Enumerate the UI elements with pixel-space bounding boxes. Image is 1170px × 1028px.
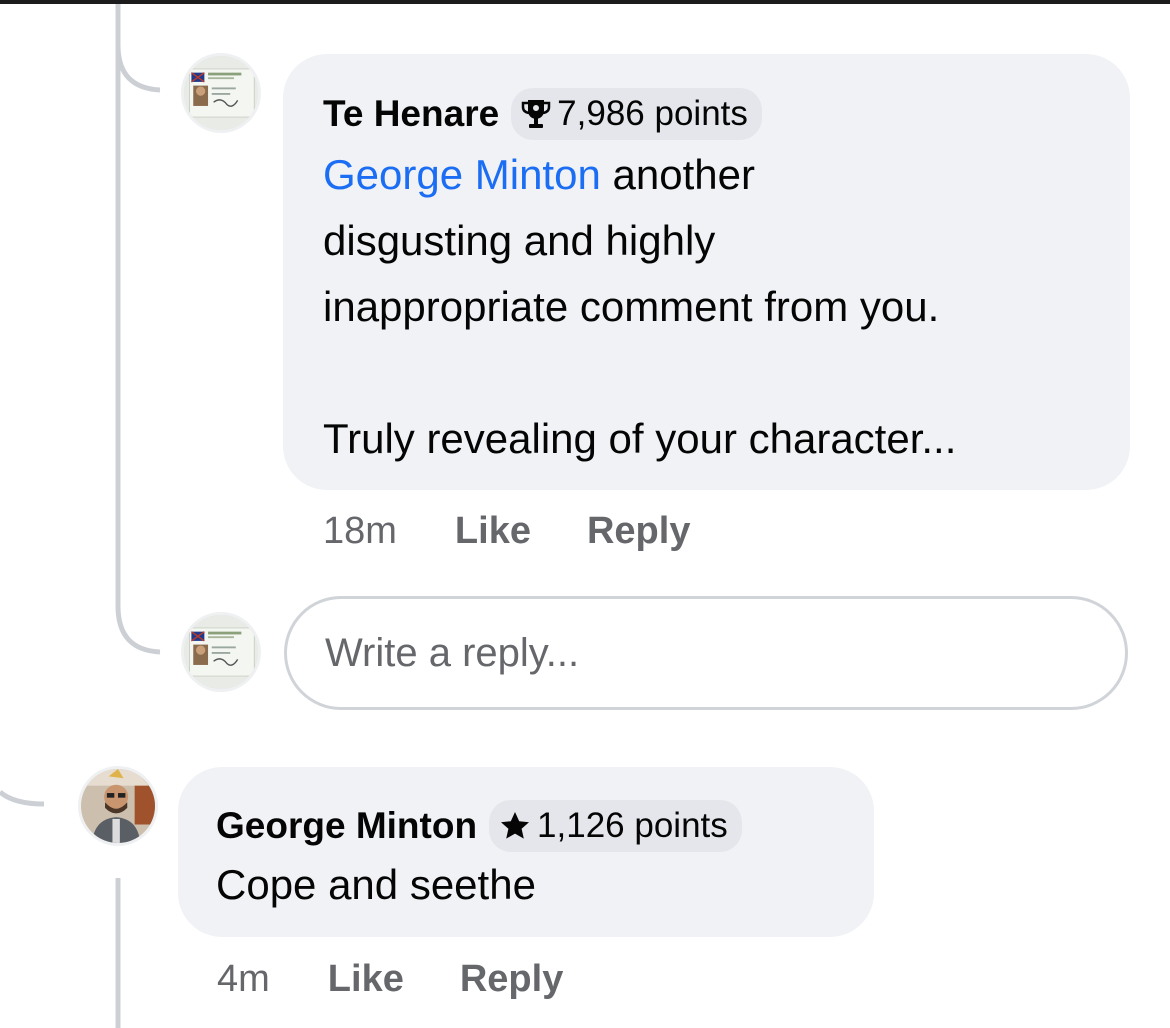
avatar-te-henare[interactable] (181, 53, 261, 133)
like-button[interactable]: Like (328, 958, 404, 1001)
points-badge[interactable]: 1,126 points (489, 800, 742, 852)
comment-text: George Minton another disgusting and hig… (323, 142, 1130, 472)
comment-bubble-george-minton: George Minton 1,126 points Cope and seet… (178, 767, 874, 937)
reply-button[interactable]: Reply (587, 510, 690, 553)
comment-actions: 18m Like Reply (323, 510, 690, 553)
points-badge[interactable]: 7,986 points (511, 88, 762, 140)
comment-timestamp[interactable]: 18m (323, 510, 397, 553)
like-button[interactable]: Like (455, 510, 531, 553)
comment-header: Te Henare 7,986 points (323, 88, 1130, 140)
comment-text: Cope and seethe (216, 861, 536, 908)
comment-thread: Te Henare 7,986 points George Minton ano… (0, 0, 1170, 1028)
points-value: 1,126 points (537, 806, 728, 845)
reply-button[interactable]: Reply (460, 958, 563, 1001)
comment-actions: 4m Like Reply (217, 958, 563, 1001)
comment-bubble-te-henare: Te Henare 7,986 points George Minton ano… (283, 54, 1130, 490)
avatar-george-minton[interactable] (78, 766, 158, 846)
write-reply-input[interactable]: Write a reply... (284, 596, 1128, 710)
author-name[interactable]: Te Henare (323, 93, 499, 135)
author-name[interactable]: George Minton (216, 805, 477, 847)
points-value: 7,986 points (557, 94, 748, 133)
comment-header: George Minton 1,126 points (216, 800, 874, 852)
trophy-icon (521, 98, 551, 130)
star-icon (499, 810, 531, 842)
reply-placeholder: Write a reply... (325, 630, 580, 675)
mention-link[interactable]: George Minton (323, 151, 601, 198)
avatar-current-user[interactable] (181, 612, 261, 692)
comment-timestamp[interactable]: 4m (217, 958, 270, 1001)
